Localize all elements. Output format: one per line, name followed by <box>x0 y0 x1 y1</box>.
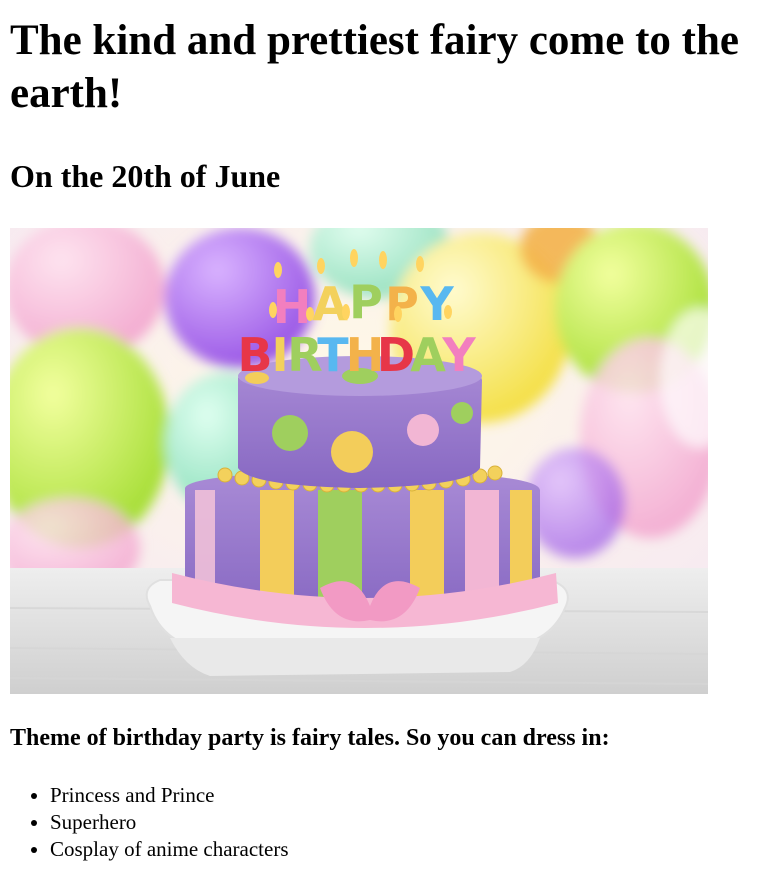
list-item: Cosplay of anime characters <box>50 836 749 863</box>
list-item: Superhero <box>50 809 749 836</box>
svg-text:I: I <box>271 328 288 382</box>
svg-text:A: A <box>312 277 348 331</box>
party-theme-text: Theme of birthday party is fairy tales. … <box>10 725 610 751</box>
svg-text:T: T <box>317 328 349 382</box>
svg-text:H: H <box>273 280 312 334</box>
svg-text:P: P <box>385 277 419 331</box>
svg-text:B: B <box>237 328 272 382</box>
svg-text:Y: Y <box>419 277 454 331</box>
birthday-candles: B I R T H D A Y <box>237 328 476 382</box>
candle-letters: H A P P Y B I R T H D A Y <box>237 275 476 382</box>
svg-text:Y: Y <box>441 328 476 382</box>
list-item: Princess and Prince <box>50 782 749 809</box>
happy-candles: H A P P Y <box>273 275 455 334</box>
svg-text:P: P <box>349 275 383 329</box>
birthday-cake-image: H A P P Y B I R T H D A Y <box>10 228 708 694</box>
svg-text:A: A <box>410 328 446 382</box>
costume-list: Princess and Prince Superhero Cosplay of… <box>10 782 749 863</box>
page: The kind and prettiest fairy come to the… <box>0 14 759 863</box>
event-date: On the 20th of June <box>10 158 281 194</box>
page-title: The kind and prettiest fairy come to the… <box>10 17 739 117</box>
